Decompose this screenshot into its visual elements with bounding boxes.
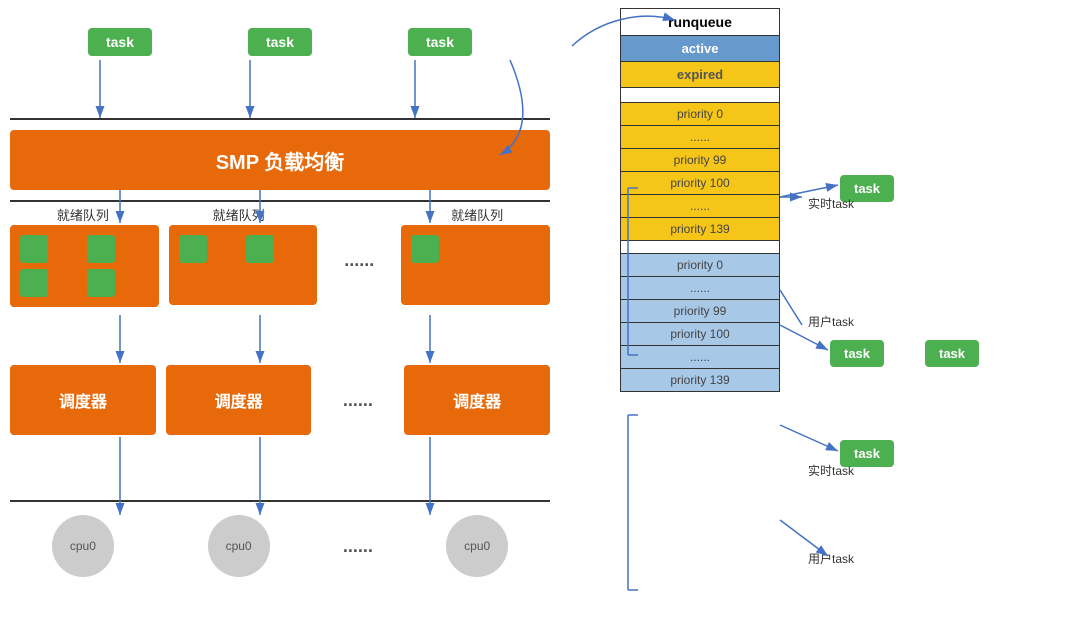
right-task-user-active-2: task xyxy=(925,340,979,367)
task-box-3: task xyxy=(408,28,472,56)
mini-task xyxy=(87,269,115,297)
user-task-label-1: 用户task xyxy=(808,313,854,330)
right-panel: runqueue active expired priority 0 .....… xyxy=(560,0,1080,625)
top-tasks-row: task task task xyxy=(0,28,560,56)
scheduler-3: 调度器 xyxy=(404,365,550,435)
cpu-col-1: cpu0 xyxy=(10,515,156,577)
user-task-label-2: 用户task xyxy=(808,550,854,567)
runqueue-header: runqueue xyxy=(620,8,780,35)
active-priority-139: priority 139 xyxy=(620,218,780,241)
expired-priority-0: priority 0 xyxy=(620,253,780,277)
active-priority-dots2: ...... xyxy=(620,195,780,218)
queue-box-3 xyxy=(401,225,550,305)
mini-task xyxy=(20,235,48,263)
scheduler-section: 调度器 调度器 ...... 调度器 xyxy=(10,365,550,435)
active-priority-100: priority 100 xyxy=(620,172,780,195)
expired-priority-139: priority 139 xyxy=(620,369,780,392)
expired-priority-100: priority 100 xyxy=(620,323,780,346)
expired-priority-99: priority 99 xyxy=(620,300,780,323)
queue-label-3: 就绪队列 xyxy=(404,205,550,224)
sched-h-line xyxy=(10,500,550,502)
active-priority-99: priority 99 xyxy=(620,149,780,172)
cpu-col-2: cpu0 xyxy=(166,515,312,577)
cpu-section: cpu0 cpu0 ...... cpu0 xyxy=(10,515,550,577)
queue-box-1 xyxy=(10,225,159,307)
sched-dots: ...... xyxy=(321,365,394,435)
runqueue-container: runqueue active expired priority 0 .....… xyxy=(620,8,780,392)
active-priority-0: priority 0 xyxy=(620,102,780,126)
cpu-circle-2: cpu0 xyxy=(208,515,270,577)
mid-spacer xyxy=(620,241,780,253)
scheduler-2: 调度器 xyxy=(166,365,312,435)
cpu-circle-1: cpu0 xyxy=(52,515,114,577)
queue-dots: ...... xyxy=(327,225,391,271)
queue-label-1: 就绪队列 xyxy=(10,205,156,224)
mini-task xyxy=(20,269,48,297)
mini-task xyxy=(411,235,439,263)
left-panel: task task task SMP 负载均衡 就绪队列 就绪队列 就绪队列 .… xyxy=(0,0,560,625)
queue-section: ...... xyxy=(10,225,550,307)
right-task-user-active-1: task xyxy=(830,340,884,367)
cpu-dots: ...... xyxy=(321,536,394,557)
task-box-1: task xyxy=(88,28,152,56)
realtime-label-1: 实时task xyxy=(808,195,854,212)
mini-task xyxy=(179,235,207,263)
queue-labels-row: 就绪队列 就绪队列 就绪队列 xyxy=(10,205,550,224)
smp-bar: SMP 负载均衡 xyxy=(10,130,550,190)
expired-priority-dots2: ...... xyxy=(620,346,780,369)
realtime-label-2: 实时task xyxy=(808,462,854,479)
bottom-h-line xyxy=(10,200,550,202)
queue-label-2: 就绪队列 xyxy=(166,205,312,224)
mini-task xyxy=(87,235,115,263)
cpu-circle-3: cpu0 xyxy=(446,515,508,577)
top-h-line xyxy=(10,118,550,120)
mini-task xyxy=(246,235,274,263)
task-box-2: task xyxy=(248,28,312,56)
active-section: active xyxy=(620,35,780,62)
cpu-col-3: cpu0 xyxy=(404,515,550,577)
rq-spacer xyxy=(620,88,780,102)
expired-priority-dots: ...... xyxy=(620,277,780,300)
active-priority-dots: ...... xyxy=(620,126,780,149)
queue-box-2 xyxy=(169,225,318,305)
expired-section: expired xyxy=(620,62,780,88)
scheduler-1: 调度器 xyxy=(10,365,156,435)
